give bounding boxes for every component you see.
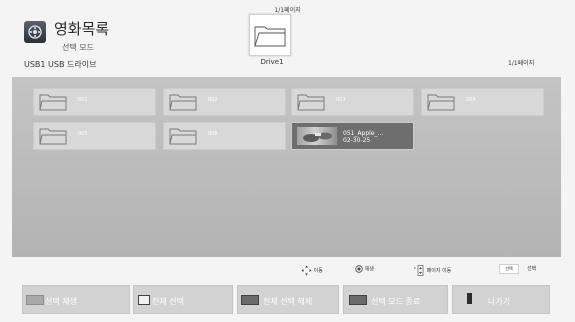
help-page-move: P 페이지 이동 (414, 265, 451, 276)
help-page-move-label: 페이지 이동 (426, 268, 452, 274)
video-file-selected[interactable]: 051_Apple_... 02-30-25 (291, 122, 414, 150)
file-browser: 001 002 003 004 005 006 051_Apple_... 02… (12, 77, 561, 257)
select-key-icon: 선택 (499, 264, 519, 274)
movie-list-icon (24, 21, 46, 43)
exit-button[interactable]: 나가기 (452, 285, 550, 314)
folder-name: 002 (208, 97, 218, 103)
folder-icon (39, 94, 67, 111)
folder-005[interactable]: 005 (33, 122, 156, 150)
folder-name: 001 (78, 97, 88, 103)
folder-002[interactable]: 002 (163, 88, 286, 116)
movie-list-screen: 영화목록 선택 모드 USB1 USB 드라이브 1/1페이지 1/1페이지 D… (0, 0, 575, 322)
dpad-icon (301, 265, 312, 276)
select-all-label: 전체 선택 (152, 297, 184, 306)
folder-006[interactable]: 006 (163, 122, 286, 150)
select-all-button[interactable]: 전체 선택 (133, 285, 233, 314)
folder-name: 004 (466, 97, 476, 103)
help-move: 이동 (301, 265, 323, 276)
folder-icon (169, 94, 197, 111)
mode-label: 선택 모드 (62, 43, 94, 52)
video-thumbnail (297, 127, 337, 145)
page-info: 1/1페이지 (508, 60, 535, 67)
drive-label: Drive1 (260, 58, 284, 66)
exit-select-mode-button[interactable]: 선택 모드 종료 (343, 285, 448, 314)
folder-name: 006 (208, 131, 218, 137)
folder-003[interactable]: 003 (291, 88, 414, 116)
folder-name: 003 (336, 97, 346, 103)
help-play: 재생 (355, 265, 374, 273)
ok-button-icon (355, 265, 363, 273)
deselect-all-label: 전체 선택 해제 (263, 297, 313, 306)
exit-select-mode-label: 선택 모드 종료 (371, 297, 421, 306)
back-key-icon (467, 293, 472, 304)
svg-text:P: P (414, 266, 416, 270)
folder-icon (169, 128, 197, 145)
folder-name: 005 (78, 131, 88, 137)
folder-icon (39, 128, 67, 145)
folder-004[interactable]: 004 (421, 88, 544, 116)
play-selected-button[interactable]: 선택 재생 (22, 285, 130, 314)
drive-folder-icon[interactable] (249, 14, 291, 56)
video-name: 051_Apple_... 02-30-25 (343, 130, 384, 144)
dark-key-icon (241, 295, 259, 305)
help-select-label: 선택 (527, 266, 537, 272)
deselect-all-button[interactable]: 전체 선택 해제 (237, 285, 339, 314)
page-key-icon: P (414, 265, 424, 276)
video-date: 02-30-25 (343, 137, 371, 144)
dark-key-icon (349, 295, 367, 305)
play-selected-label: 선택 재생 (45, 297, 77, 306)
gray-key-icon (26, 295, 44, 305)
help-select: 선택 (527, 265, 536, 272)
folder-001[interactable]: 001 (33, 88, 156, 116)
white-key-icon (138, 295, 150, 305)
page-title: 영화목록 (54, 20, 110, 38)
folder-icon (297, 94, 325, 111)
help-move-label: 이동 (313, 268, 323, 274)
page-info-top: 1/1페이지 (274, 7, 301, 14)
help-play-label: 재생 (364, 266, 374, 273)
exit-label: 나가기 (488, 297, 511, 306)
folder-icon (427, 94, 455, 111)
device-path: USB1 USB 드라이브 (24, 60, 97, 69)
